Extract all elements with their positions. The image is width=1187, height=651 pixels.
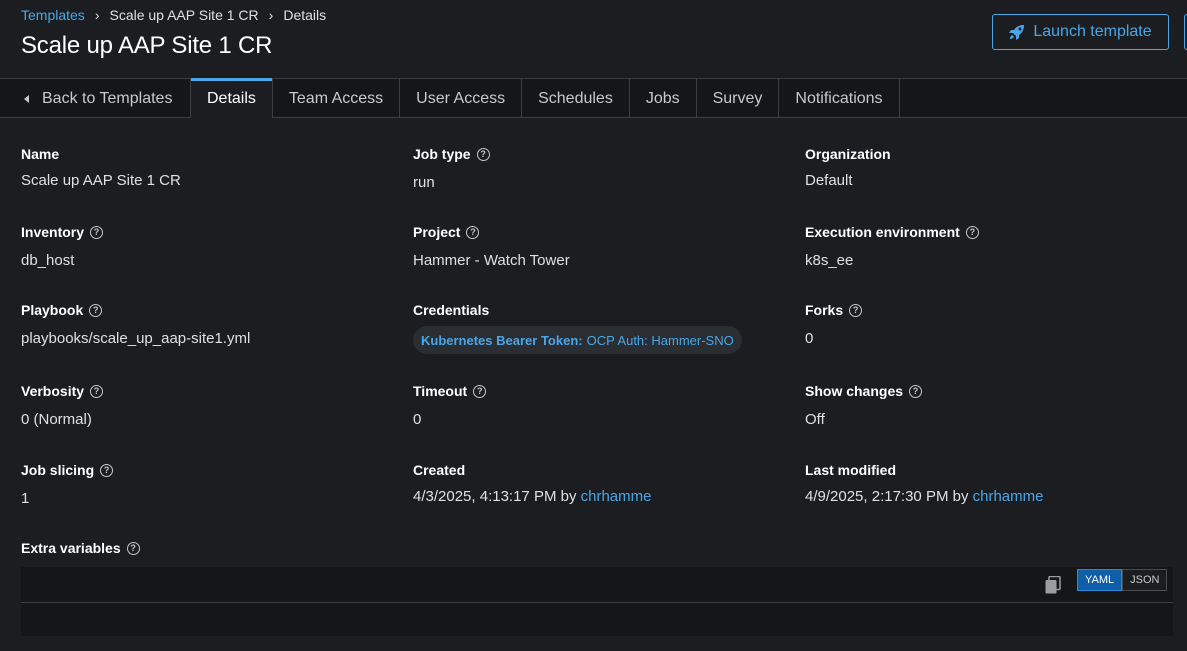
field-timeout-value: 0 bbox=[413, 411, 422, 428]
json-toggle-button[interactable]: JSON bbox=[1122, 569, 1168, 591]
field-verbosity: Verbosity? 0 (Normal) bbox=[21, 383, 104, 428]
tab-notifications[interactable]: Notifications bbox=[779, 79, 900, 118]
field-show-changes-label: Show changes bbox=[805, 383, 904, 399]
field-job-type-label: Job type bbox=[413, 146, 471, 162]
field-show-changes-value: Off bbox=[805, 411, 825, 428]
field-job-slicing: Job slicing? 1 bbox=[21, 462, 114, 507]
copy-icon[interactable] bbox=[1045, 576, 1061, 594]
angle-right-icon: › bbox=[94, 7, 100, 23]
breadcrumb-templates-link[interactable]: Templates bbox=[21, 7, 85, 23]
field-forks: Forks? 0 bbox=[805, 302, 863, 347]
yaml-toggle-button[interactable]: YAML bbox=[1077, 569, 1123, 591]
field-name-label: Name bbox=[21, 146, 60, 162]
field-extra-variables: Extra variables? bbox=[21, 540, 140, 556]
field-verbosity-value: 0 (Normal) bbox=[21, 411, 92, 428]
editor-toolbar: YAML JSON bbox=[21, 567, 1173, 603]
field-playbook: Playbook? playbooks/scale_up_aap-site1.y… bbox=[21, 302, 250, 347]
breadcrumb-template-name: Scale up AAP Site 1 CR bbox=[109, 7, 259, 23]
field-credentials: Credentials Kubernetes Bearer Token: OCP… bbox=[413, 302, 742, 354]
created-by-user-link[interactable]: chrhamme bbox=[581, 488, 652, 505]
field-job-type: Job type? run bbox=[413, 146, 490, 191]
page-header: Templates › Scale up AAP Site 1 CR › Det… bbox=[0, 0, 1187, 78]
tab-back-to-templates[interactable]: Back to Templates bbox=[0, 79, 191, 118]
field-created-value: 4/3/2025, 4:13:17 PM by bbox=[413, 488, 577, 505]
help-icon[interactable]: ? bbox=[90, 225, 104, 239]
help-icon[interactable]: ? bbox=[90, 384, 104, 398]
extra-variables-editor[interactable]: YAML JSON bbox=[21, 567, 1173, 636]
help-icon[interactable]: ? bbox=[126, 541, 140, 555]
field-verbosity-label: Verbosity bbox=[21, 383, 85, 399]
help-icon[interactable]: ? bbox=[89, 303, 103, 317]
field-job-slicing-value: 1 bbox=[21, 490, 30, 507]
field-organization-label: Organization bbox=[805, 146, 891, 162]
field-extra-variables-label: Extra variables bbox=[21, 540, 121, 556]
inventory-link[interactable]: db_host bbox=[21, 252, 103, 269]
tab-survey[interactable]: Survey bbox=[697, 79, 780, 118]
organization-link[interactable]: Default bbox=[805, 172, 891, 189]
field-created-label: Created bbox=[413, 462, 466, 478]
launch-template-label: Launch template bbox=[1033, 23, 1152, 40]
caret-left-icon bbox=[24, 94, 29, 103]
field-name-value: Scale up AAP Site 1 CR bbox=[21, 172, 181, 189]
field-job-slicing-label: Job slicing bbox=[21, 462, 95, 478]
field-last-modified-label: Last modified bbox=[805, 462, 897, 478]
field-execution-environment-label: Execution environment bbox=[805, 224, 960, 240]
field-playbook-value: playbooks/scale_up_aap-site1.yml bbox=[21, 330, 251, 347]
help-icon[interactable]: ? bbox=[909, 384, 923, 398]
tab-back-label: Back to Templates bbox=[42, 89, 173, 107]
field-project: Project? Hammer - Watch Tower bbox=[413, 224, 570, 269]
modified-by-user-link[interactable]: chrhamme bbox=[973, 488, 1044, 505]
tab-user-access[interactable]: User Access bbox=[400, 79, 523, 118]
help-icon[interactable]: ? bbox=[965, 225, 979, 239]
help-icon[interactable]: ? bbox=[849, 303, 863, 317]
field-name: Name Scale up AAP Site 1 CR bbox=[21, 146, 181, 189]
field-inventory-label: Inventory bbox=[21, 224, 85, 240]
field-organization: Organization Default bbox=[805, 146, 891, 189]
field-inventory: Inventory? db_host bbox=[21, 224, 104, 269]
field-forks-value: 0 bbox=[805, 330, 814, 347]
field-execution-environment: Execution environment? k8s_ee bbox=[805, 224, 979, 269]
credential-chip[interactable]: Kubernetes Bearer Token: OCP Auth: Hamme… bbox=[413, 326, 742, 354]
tab-team-access[interactable]: Team Access bbox=[273, 79, 401, 118]
editor-mode-toggle: YAML JSON bbox=[1077, 569, 1168, 591]
tab-details[interactable]: Details bbox=[191, 78, 273, 118]
field-forks-label: Forks bbox=[805, 302, 844, 318]
field-playbook-label: Playbook bbox=[21, 302, 84, 318]
field-show-changes: Show changes? Off bbox=[805, 383, 923, 428]
field-last-modified: Last modified 4/9/2025, 2:17:30 PM by ch… bbox=[805, 462, 1043, 505]
breadcrumb-current: Details bbox=[283, 7, 327, 23]
field-timeout: Timeout? 0 bbox=[413, 383, 487, 428]
field-job-type-value: run bbox=[413, 174, 435, 191]
field-credentials-label: Credentials bbox=[413, 302, 490, 318]
field-last-modified-value: 4/9/2025, 2:17:30 PM by bbox=[805, 488, 969, 505]
page-title: Scale up AAP Site 1 CR bbox=[21, 32, 273, 59]
project-link[interactable]: Hammer - Watch Tower bbox=[413, 252, 570, 269]
field-timeout-label: Timeout bbox=[413, 383, 468, 399]
rocket-icon bbox=[1009, 25, 1025, 40]
angle-right-icon: › bbox=[268, 7, 274, 23]
credential-chip-name: OCP Auth: Hammer-SNO bbox=[586, 332, 734, 348]
breadcrumb: Templates › Scale up AAP Site 1 CR › Det… bbox=[21, 7, 326, 23]
help-icon[interactable]: ? bbox=[100, 463, 114, 477]
tab-bar: Back to Templates Details Team Access Us… bbox=[0, 78, 1187, 118]
field-created: Created 4/3/2025, 4:13:17 PM by chrhamme bbox=[413, 462, 651, 505]
tab-schedules[interactable]: Schedules bbox=[522, 79, 630, 118]
help-icon[interactable]: ? bbox=[473, 384, 487, 398]
launch-template-button[interactable]: Launch template bbox=[992, 14, 1169, 50]
help-icon[interactable]: ? bbox=[476, 147, 490, 161]
credential-chip-type: Kubernetes Bearer Token: bbox=[421, 332, 583, 348]
field-project-label: Project bbox=[413, 224, 461, 240]
execution-environment-link[interactable]: k8s_ee bbox=[805, 252, 979, 269]
tab-jobs[interactable]: Jobs bbox=[630, 79, 697, 118]
help-icon[interactable]: ? bbox=[466, 225, 480, 239]
